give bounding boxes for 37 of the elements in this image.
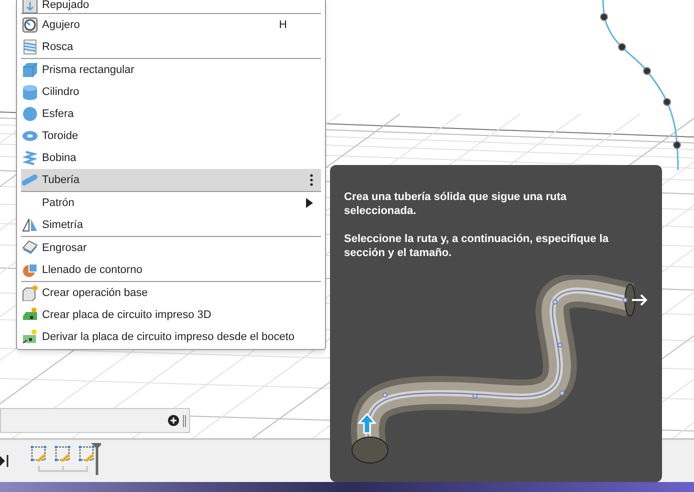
- menu-item[interactable]: Derivar la placa de circuito impreso desde el boceto: [21, 326, 321, 348]
- tooltip-text: Seleccione la ruta y, a continuación, especifique la sección y el tamaño.: [344, 232, 610, 260]
- menu-item[interactable]: Esfera: [21, 103, 321, 125]
- circuit-board-icon: [22, 307, 38, 323]
- thread-icon: [22, 39, 38, 55]
- mirror-icon: [22, 217, 38, 233]
- emboss-icon: [22, 0, 38, 14]
- tooltip-text: Crea una tubería sólida que sigue una ruta seleccionada.: [344, 190, 568, 218]
- thicken-icon: [22, 240, 38, 256]
- menu-item[interactable]: Crear placa de circuito impreso 3D: [21, 304, 321, 326]
- menu-item[interactable]: Repujado: [21, 0, 321, 13]
- menu-item[interactable]: Patrón: [21, 192, 321, 214]
- coil-icon: [22, 150, 38, 166]
- boundary-fill-icon: [22, 262, 38, 278]
- menu-item[interactable]: Tubería: [21, 169, 321, 191]
- circuit-board-icon: [22, 329, 38, 345]
- menu-item[interactable]: Engrosar: [21, 237, 321, 259]
- menu-item[interactable]: Cilindro: [21, 81, 321, 103]
- pipe-icon: [22, 172, 38, 188]
- base-feature-icon: [22, 285, 38, 301]
- menu-item[interactable]: Agujero H: [21, 14, 321, 36]
- box-icon: [22, 62, 38, 78]
- menu-item[interactable]: Toroide: [21, 125, 321, 147]
- sphere-icon: [22, 106, 38, 122]
- menu-item[interactable]: Simetría: [21, 214, 321, 236]
- torus-icon: [22, 128, 38, 144]
- menu-item[interactable]: Rosca: [21, 36, 321, 58]
- hole-icon: [22, 17, 38, 33]
- menu-item[interactable]: Bobina: [21, 147, 321, 169]
- resize-handle-icon[interactable]: [183, 414, 186, 426]
- cylinder-icon: [22, 84, 38, 100]
- menu-item[interactable]: Llenado de contorno: [21, 259, 321, 281]
- add-icon[interactable]: [168, 415, 179, 426]
- menu-item[interactable]: Crear operación base: [21, 282, 321, 304]
- more-options-icon[interactable]: [310, 174, 313, 186]
- skip-to-end-icon[interactable]: [0, 455, 9, 467]
- menu-item[interactable]: Prisma rectangular: [21, 59, 321, 81]
